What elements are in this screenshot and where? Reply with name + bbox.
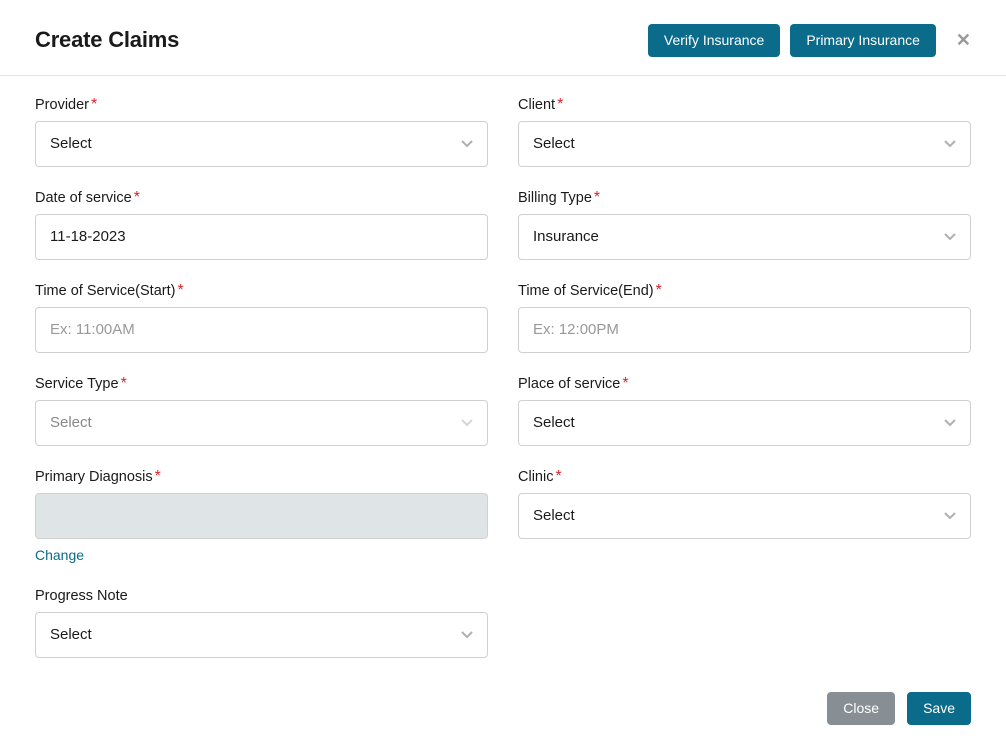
primary-diagnosis-label: Primary Diagnosis bbox=[35, 469, 153, 485]
chevron-down-icon bbox=[944, 512, 956, 520]
required-marker: * bbox=[177, 282, 183, 299]
date-of-service-group: Date of service* bbox=[35, 189, 488, 260]
time-end-label: Time of Service(End) bbox=[518, 283, 654, 299]
required-marker: * bbox=[594, 189, 600, 206]
provider-group: Provider* Select bbox=[35, 96, 488, 167]
client-value: Select bbox=[533, 135, 575, 152]
required-marker: * bbox=[134, 189, 140, 206]
close-icon[interactable]: ✕ bbox=[946, 30, 971, 51]
chevron-down-icon bbox=[461, 419, 473, 427]
service-type-select[interactable]: Select bbox=[35, 400, 488, 446]
place-of-service-value: Select bbox=[533, 414, 575, 431]
required-marker: * bbox=[555, 468, 561, 485]
progress-note-label: Progress Note bbox=[35, 588, 128, 604]
form-body: Provider* Select Client* Select Date of … bbox=[0, 76, 1006, 680]
clinic-label: Clinic bbox=[518, 469, 553, 485]
chevron-down-icon bbox=[944, 140, 956, 148]
clinic-group: Clinic* Select bbox=[518, 468, 971, 565]
chevron-down-icon bbox=[944, 233, 956, 241]
header-actions: Verify Insurance Primary Insurance ✕ bbox=[648, 24, 971, 57]
service-type-value: Select bbox=[50, 414, 92, 431]
primary-insurance-button[interactable]: Primary Insurance bbox=[790, 24, 936, 57]
modal-header: Create Claims Verify Insurance Primary I… bbox=[0, 0, 1006, 76]
billing-type-value: Insurance bbox=[533, 228, 599, 245]
service-type-label: Service Type bbox=[35, 376, 119, 392]
required-marker: * bbox=[91, 96, 97, 113]
client-group: Client* Select bbox=[518, 96, 971, 167]
provider-value: Select bbox=[50, 135, 92, 152]
primary-diagnosis-input bbox=[35, 493, 488, 539]
date-of-service-input[interactable] bbox=[50, 228, 473, 245]
provider-select[interactable]: Select bbox=[35, 121, 488, 167]
client-select[interactable]: Select bbox=[518, 121, 971, 167]
provider-label: Provider bbox=[35, 97, 89, 113]
close-button[interactable]: Close bbox=[827, 692, 895, 725]
time-end-input-wrapper bbox=[518, 307, 971, 353]
verify-insurance-button[interactable]: Verify Insurance bbox=[648, 24, 780, 57]
chevron-down-icon bbox=[461, 631, 473, 639]
billing-type-label: Billing Type bbox=[518, 190, 592, 206]
progress-note-select[interactable]: Select bbox=[35, 612, 488, 658]
time-start-group: Time of Service(Start)* bbox=[35, 282, 488, 353]
chevron-down-icon bbox=[461, 140, 473, 148]
client-label: Client bbox=[518, 97, 555, 113]
time-start-label: Time of Service(Start) bbox=[35, 283, 175, 299]
time-end-input[interactable] bbox=[533, 321, 956, 338]
progress-note-group: Progress Note Select bbox=[35, 587, 488, 658]
clinic-value: Select bbox=[533, 507, 575, 524]
time-start-input-wrapper bbox=[35, 307, 488, 353]
billing-type-select[interactable]: Insurance bbox=[518, 214, 971, 260]
clinic-select[interactable]: Select bbox=[518, 493, 971, 539]
required-marker: * bbox=[656, 282, 662, 299]
time-end-group: Time of Service(End)* bbox=[518, 282, 971, 353]
date-of-service-label: Date of service bbox=[35, 190, 132, 206]
service-type-group: Service Type* Select bbox=[35, 375, 488, 446]
progress-note-value: Select bbox=[50, 626, 92, 643]
required-marker: * bbox=[622, 375, 628, 392]
chevron-down-icon bbox=[944, 419, 956, 427]
required-marker: * bbox=[121, 375, 127, 392]
required-marker: * bbox=[557, 96, 563, 113]
place-of-service-group: Place of service* Select bbox=[518, 375, 971, 446]
primary-diagnosis-group: Primary Diagnosis* Change bbox=[35, 468, 488, 565]
date-of-service-input-wrapper bbox=[35, 214, 488, 260]
save-button[interactable]: Save bbox=[907, 692, 971, 725]
time-start-input[interactable] bbox=[50, 321, 473, 338]
place-of-service-select[interactable]: Select bbox=[518, 400, 971, 446]
billing-type-group: Billing Type* Insurance bbox=[518, 189, 971, 260]
required-marker: * bbox=[155, 468, 161, 485]
modal-footer: Close Save bbox=[0, 680, 1006, 755]
change-diagnosis-link[interactable]: Change bbox=[35, 547, 84, 563]
place-of-service-label: Place of service bbox=[518, 376, 620, 392]
modal-title: Create Claims bbox=[35, 27, 179, 53]
